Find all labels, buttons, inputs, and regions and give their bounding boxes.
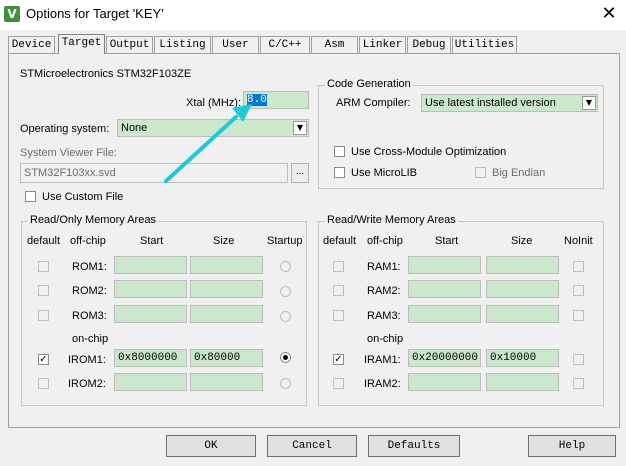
tab-target[interactable]: Target — [58, 34, 105, 54]
arrow-shaft — [164, 115, 238, 183]
annotation-arrow-icon — [164, 104, 252, 183]
